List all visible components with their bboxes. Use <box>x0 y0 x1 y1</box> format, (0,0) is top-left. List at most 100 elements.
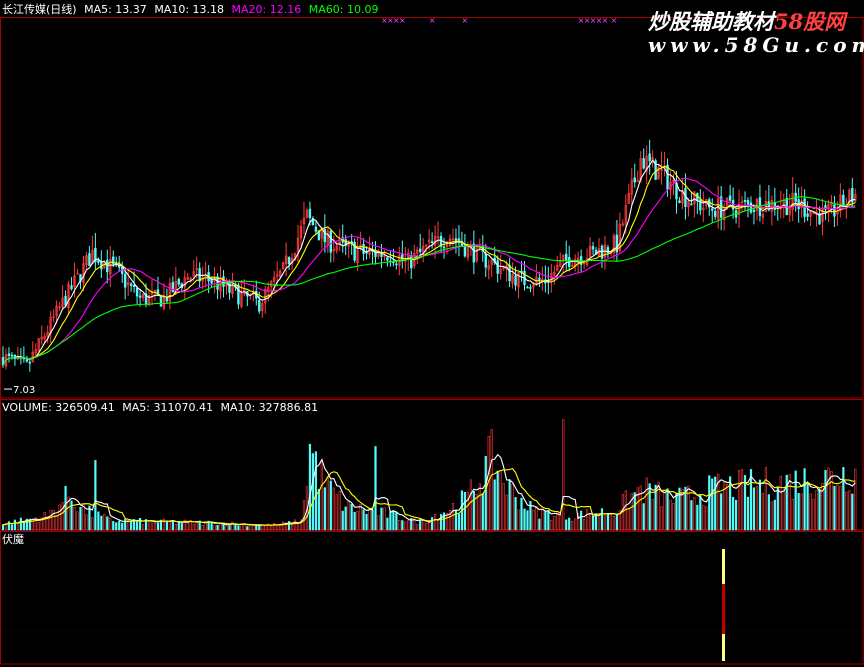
candle-body-172 <box>514 275 517 286</box>
volume-bar-127 <box>380 507 383 531</box>
volume-bar-27 <box>82 503 85 531</box>
volume-bar-108 <box>323 487 326 531</box>
candle-body-29 <box>88 253 91 267</box>
volume-bar-234 <box>699 495 702 531</box>
volume-bar-142 <box>425 522 428 531</box>
volume-bar-269 <box>803 468 806 531</box>
candle-body-279 <box>833 204 836 217</box>
volume-bar-210 <box>627 508 630 531</box>
volume-bar-94 <box>282 521 285 531</box>
candle-body-8 <box>25 359 29 362</box>
volume-bar-162 <box>484 456 487 531</box>
volume-bar-249 <box>743 475 747 531</box>
volume-bar-201 <box>600 508 604 531</box>
candle-body-270 <box>806 213 809 217</box>
volume-bar-159 <box>475 493 478 531</box>
volume-bar-206 <box>615 513 618 531</box>
candle-body-215 <box>642 158 645 169</box>
volume-value-label: VOLUME: 326509.41 <box>2 401 115 414</box>
volume-bar-270 <box>806 482 809 531</box>
candle-body-244 <box>728 195 732 201</box>
volume-bar-254 <box>758 479 762 531</box>
volume-bar-164 <box>490 429 493 531</box>
candle-body-55 <box>165 298 169 302</box>
volume-bar-192 <box>574 518 577 531</box>
volume-bar-180 <box>538 518 541 531</box>
candle-body-198 <box>591 246 595 250</box>
volume-bar-56 <box>168 521 171 531</box>
volume-bar-204 <box>609 512 613 531</box>
candle-body-180 <box>538 277 541 280</box>
volume-bar-92 <box>276 524 279 531</box>
volume-bar-176 <box>526 510 529 531</box>
volume-bar-149 <box>445 513 449 531</box>
candle-body-217 <box>648 153 651 162</box>
candle-body-189 <box>565 253 568 260</box>
candle-body-96 <box>287 256 291 265</box>
volume-bar-147 <box>439 514 443 531</box>
volume-bar-128 <box>383 507 386 531</box>
volume-bar-155 <box>463 491 467 531</box>
volume-bar-59 <box>177 521 180 531</box>
volume-bar-252 <box>752 487 756 531</box>
volume-bar-112 <box>335 494 338 531</box>
candle-body-57 <box>171 282 175 293</box>
volume-bar-203 <box>606 513 610 531</box>
candle-body-121 <box>362 244 365 254</box>
volume-bar-257 <box>767 494 770 531</box>
volume-bar-202 <box>603 515 607 531</box>
volume-bar-265 <box>791 499 794 531</box>
candle-body-148 <box>442 246 446 249</box>
ma20-price-label: MA20: 12.16 <box>231 3 302 16</box>
volume-ma5-line <box>2 453 856 527</box>
volume-bar-165 <box>493 479 496 531</box>
volume-bar-58 <box>174 523 177 531</box>
volume-bar-34 <box>103 514 106 531</box>
volume-ma10-line <box>2 467 856 526</box>
volume-bar-185 <box>553 515 556 531</box>
volume-bar-274 <box>818 488 821 531</box>
volume-bar-135 <box>404 521 407 531</box>
volume-bar-286 <box>854 468 857 531</box>
candle-body-152 <box>454 238 458 242</box>
candle-body-105 <box>314 226 318 232</box>
volume-bar-280 <box>836 485 839 531</box>
volume-bar-134 <box>401 520 404 531</box>
volume-bar-153 <box>457 513 461 531</box>
volume-bar-40 <box>121 522 124 531</box>
signal-marker-4: × <box>429 16 436 25</box>
candle-body-129 <box>386 257 389 261</box>
volume-bar-51 <box>153 522 157 531</box>
candle-body-9 <box>28 361 32 364</box>
volume-bar-99 <box>296 524 300 531</box>
volume-bar-82 <box>246 526 249 531</box>
volume-bar-264 <box>788 474 791 531</box>
candle-body-32 <box>97 260 100 263</box>
volume-bar-190 <box>568 517 571 531</box>
volume-bar-222 <box>663 490 666 531</box>
volume-bar-187 <box>559 514 562 531</box>
volume-bar-12 <box>37 522 40 531</box>
volume-bar-145 <box>433 514 437 531</box>
candle-body-127 <box>380 253 383 257</box>
volume-bar-28 <box>85 514 88 531</box>
volume-bar-217 <box>648 483 651 531</box>
volume-bar-158 <box>472 490 475 531</box>
volume-bar-277 <box>827 467 830 531</box>
volume-bar-33 <box>100 515 103 531</box>
volume-bar-281 <box>839 485 842 531</box>
volume-bar-188 <box>562 419 565 531</box>
volume-bar-116 <box>347 500 350 531</box>
volume-bar-178 <box>532 509 535 531</box>
volume-ma10-label: MA10: 327886.81 <box>220 401 319 414</box>
volume-bar-215 <box>642 503 645 531</box>
volume-bar-255 <box>761 493 764 531</box>
volume-bar-250 <box>746 496 750 531</box>
volume-bar-49 <box>147 520 151 531</box>
ma5-line <box>2 159 856 366</box>
volume-bar-113 <box>338 490 341 531</box>
volume-bar-32 <box>97 511 100 531</box>
candle-body-45 <box>135 287 139 297</box>
volume-bar-283 <box>845 491 848 531</box>
volume-bar-197 <box>588 514 592 531</box>
